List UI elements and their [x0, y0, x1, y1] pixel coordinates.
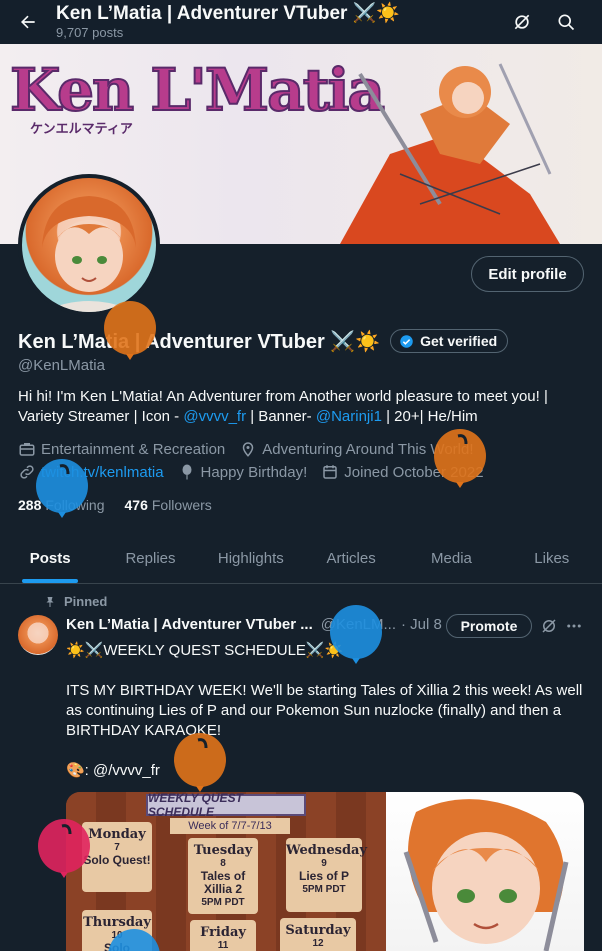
banner-character-art: [340, 63, 560, 244]
briefcase-icon: [19, 443, 35, 456]
profile-bio: Hi hi! I'm Ken L'Matia! An Adventurer fr…: [18, 387, 584, 427]
post-more-button[interactable]: [563, 615, 585, 637]
schedule-card-wednesday: Wednesday 9 Lies of P 5PM PDT: [286, 838, 368, 912]
profile-avatar[interactable]: [18, 174, 160, 316]
search-icon: [558, 14, 575, 31]
schedule-day: Tuesday: [193, 843, 253, 858]
bio-text-2: | Banner-: [246, 408, 316, 425]
pinned-label: Pinned: [44, 594, 107, 609]
edit-profile-button[interactable]: Edit profile: [471, 256, 584, 292]
tab-replies[interactable]: Replies: [100, 534, 200, 583]
birthday-item: Happy Birthday!: [178, 463, 308, 481]
post-text-line-3: 🎨: @/vvvv_fr: [66, 762, 160, 779]
post-date[interactable]: · Jul 8: [401, 616, 442, 633]
schedule-week: Week of 7/7-7/13: [170, 818, 290, 834]
category-text: Entertainment & Recreation: [41, 440, 226, 458]
followers-link[interactable]: 476 Followers: [125, 497, 212, 513]
schedule-event: Solo Quest!: [83, 853, 151, 867]
schedule-day: Wednesday: [286, 843, 368, 858]
tab-likes[interactable]: Likes: [502, 534, 602, 583]
refresh-off-icon: [514, 14, 530, 30]
grok-icon: [542, 619, 556, 633]
post-text-line-2: ITS MY BIRTHDAY WEEK! We'll be starting …: [66, 682, 583, 739]
profile-name-row: Ken L’Matia | Adventurer VTuber ⚔️☀️ Get…: [18, 328, 509, 354]
post-count: 9,707 posts: [56, 25, 124, 40]
profile-tabs: Posts Replies Highlights Articles Media …: [0, 534, 602, 584]
schedule-time: 5PM PDT: [302, 884, 346, 895]
tab-media[interactable]: Media: [401, 534, 501, 583]
header-title: Ken L’Matia | Adventurer VTuber ⚔️☀️: [56, 3, 401, 24]
schedule-character-art: [386, 792, 584, 951]
get-verified-button[interactable]: Get verified: [390, 329, 509, 353]
birthday-text: Happy Birthday!: [200, 463, 308, 481]
more-horizontal-icon: [567, 624, 581, 628]
schedule-card-monday: Monday 7 Solo Quest!: [82, 822, 152, 892]
calendar-icon: [323, 465, 338, 479]
banner-logo-subtitle: ケンエルマティア: [30, 121, 133, 136]
profile-handle: @KenLMatia: [18, 357, 105, 374]
schedule-num: 11: [217, 940, 229, 951]
back-button[interactable]: [0, 0, 56, 44]
search-button[interactable]: [544, 0, 588, 44]
avatar-art: [42, 196, 136, 312]
tab-posts[interactable]: Posts: [0, 534, 100, 583]
schedule-card-saturday: Saturday 12: [280, 918, 356, 951]
schedule-event: Lies of P: [298, 869, 349, 883]
pin-icon: [46, 596, 54, 607]
schedule-card-tuesday: Tuesday 8 Tales of Xillia 2 5PM PDT: [188, 838, 258, 914]
followers-count: 476: [124, 497, 148, 513]
post-author-avatar[interactable]: [18, 615, 58, 655]
top-bar: Ken L’Matia | Adventurer VTuber ⚔️☀️ 9,7…: [0, 0, 602, 44]
schedule-day: Friday: [200, 925, 246, 940]
bio-link-banner-artist[interactable]: @Narinji1: [316, 408, 382, 425]
balloon-decoration: [104, 301, 156, 360]
balloon-icon: [182, 464, 192, 480]
bio-link-icon-artist[interactable]: @vvvv_fr: [183, 408, 246, 425]
balloon-decoration: [174, 733, 226, 792]
balloon-decoration: [36, 459, 88, 518]
schedule-num: 12: [312, 938, 324, 949]
tab-articles[interactable]: Articles: [301, 534, 401, 583]
balloon-decoration: [434, 429, 486, 488]
balloon-decoration: [108, 929, 160, 951]
tab-highlights[interactable]: Highlights: [201, 534, 301, 583]
followers-label: Followers: [151, 497, 212, 513]
schedule-time: 5PM PDT: [201, 897, 245, 908]
post-text-line-1: ☀️⚔️WEEKLY QUEST SCHEDULE⚔️☀️: [66, 642, 344, 659]
balloon-decoration: [330, 605, 382, 664]
schedule-day: Monday: [88, 827, 146, 842]
display-name: Ken L’Matia | Adventurer VTuber ⚔️☀️: [18, 330, 381, 353]
schedule-event: Tales of Xillia 2: [200, 869, 246, 896]
profile-meta-row-1: Entertainment & Recreation Adventuring A…: [18, 440, 488, 458]
promote-button[interactable]: Promote: [446, 614, 532, 638]
post-grok-button[interactable]: [538, 615, 560, 637]
post-author-name[interactable]: Ken L’Matia | Adventurer VTuber ...: [66, 616, 313, 633]
post-header: Ken L’Matia | Adventurer VTuber ... @Ken…: [66, 616, 442, 633]
pinned-text: Pinned: [64, 594, 108, 609]
schedule-day: Saturday: [285, 923, 351, 938]
refresh-button[interactable]: [500, 0, 544, 44]
header-titles: Ken L’Matia | Adventurer VTuber ⚔️☀️ 9,7…: [56, 3, 500, 41]
get-verified-label: Get verified: [420, 333, 498, 349]
verified-badge-icon: [400, 334, 413, 348]
location-pin-icon: [243, 442, 254, 457]
bio-text-3: | 20+| He/Him: [381, 408, 478, 425]
balloon-decoration: [38, 819, 90, 878]
category-item: Entertainment & Recreation: [18, 440, 225, 458]
schedule-card-friday: Friday 11: [190, 920, 256, 951]
arrow-left-icon: [21, 15, 35, 29]
